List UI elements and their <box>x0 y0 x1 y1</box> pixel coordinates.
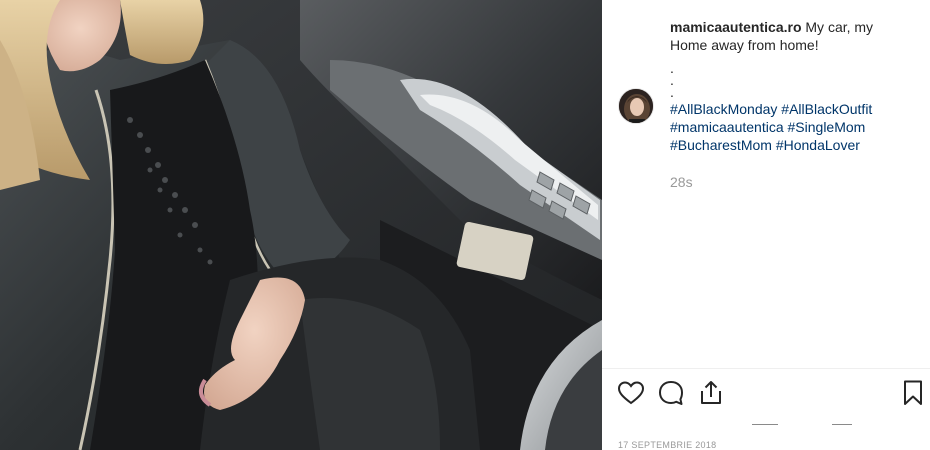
hashtag-link[interactable]: #SingleMom <box>788 119 866 135</box>
comment-bubble-icon <box>659 381 683 405</box>
profile-avatar[interactable] <box>618 88 654 124</box>
post-date: 17 SEPTEMBRIE 2018 <box>618 440 717 450</box>
post-time-ago[interactable]: 28s <box>670 174 693 190</box>
hashtag-link[interactable]: #HondaLover <box>776 137 860 153</box>
hashtag-list: #AllBlackMonday #AllBlackOutfit #mamicaa… <box>670 100 910 154</box>
share-icon <box>701 381 721 404</box>
comment-button[interactable] <box>656 378 686 408</box>
avatar-image <box>619 89 653 123</box>
like-button[interactable] <box>616 378 646 408</box>
hashtag-link[interactable]: #BucharestMom <box>670 137 772 153</box>
redacted-mark <box>752 424 778 425</box>
caption-dot: . <box>670 72 674 88</box>
save-button[interactable] <box>898 378 928 408</box>
hashtag-link[interactable]: #AllBlackMonday <box>670 101 777 117</box>
heart-icon <box>617 381 645 405</box>
actions-divider <box>602 368 930 369</box>
car-selfie-image <box>0 0 602 450</box>
instagram-post-view: mamicaautentica.ro My car, my Home away … <box>0 0 930 450</box>
redacted-mark <box>832 424 852 425</box>
post-photo[interactable] <box>0 0 602 450</box>
caption-dots: . . . <box>670 60 910 100</box>
bookmark-icon <box>904 380 922 405</box>
hashtag-link[interactable]: #AllBlackOutfit <box>781 101 872 117</box>
hashtag-link[interactable]: #mamicaautentica <box>670 119 784 135</box>
caption-dot: . <box>670 84 674 100</box>
post-caption: mamicaautentica.ro My car, my Home away … <box>670 18 910 154</box>
post-action-bar <box>616 378 922 410</box>
caption-username-link[interactable]: mamicaautentica.ro <box>670 19 802 35</box>
caption-dot: . <box>670 60 674 76</box>
share-button[interactable] <box>696 378 726 408</box>
post-details-panel: mamicaautentica.ro My car, my Home away … <box>602 0 930 450</box>
